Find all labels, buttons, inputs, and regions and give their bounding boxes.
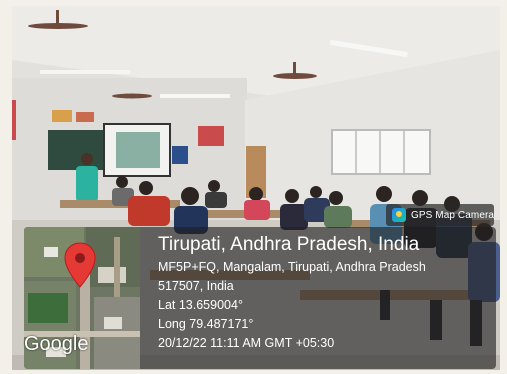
map-pin-icon (64, 242, 96, 288)
gps-map-camera-badge: GPS Map Camera (386, 204, 494, 226)
location-info: Tirupati, Andhra Pradesh, India MF5P+FQ,… (158, 232, 496, 353)
timestamp: 20/12/22 11:11 AM GMT +05:30 (158, 336, 335, 350)
address-line-1: MF5P+FQ, Mangalam, Tirupati, Andhra Prad… (158, 260, 426, 274)
gps-map-camera-icon (392, 208, 406, 222)
longitude: Long 79.487171° (158, 317, 254, 331)
location-title: Tirupati, Andhra Pradesh, India (158, 234, 420, 255)
gps-badge-label: GPS Map Camera (411, 209, 495, 221)
latitude: Lat 13.659004° (158, 298, 243, 312)
google-logo: Google (24, 333, 89, 355)
address-line-2: 517507, India (158, 279, 234, 293)
